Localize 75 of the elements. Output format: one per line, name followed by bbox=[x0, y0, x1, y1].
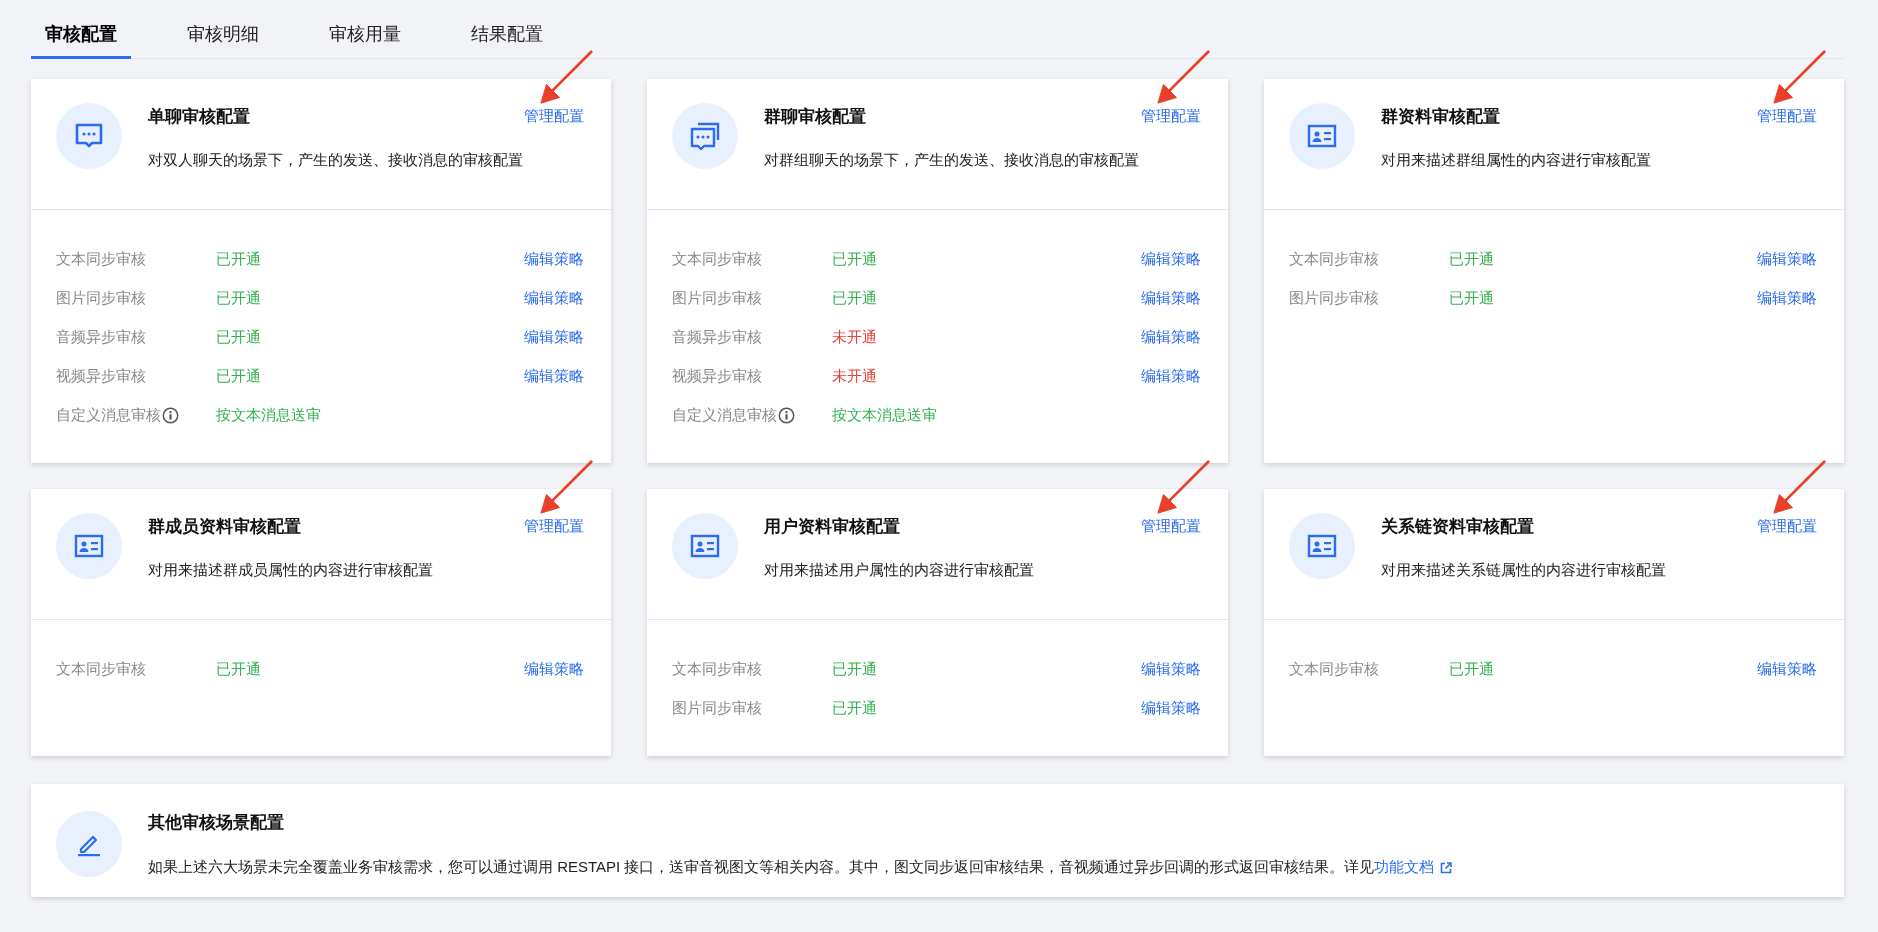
status-text: 已开通 bbox=[216, 367, 262, 386]
row-label: 文本同步审核 bbox=[1288, 250, 1379, 269]
row-label: 自定义消息审核 bbox=[56, 406, 161, 425]
edit-policy-link[interactable]: 编辑策略 bbox=[1140, 699, 1201, 718]
card-title: 群资料审核配置 bbox=[1380, 106, 1500, 128]
status-text: 按文本消息送审 bbox=[832, 406, 939, 425]
manage-config-link[interactable]: 管理配置 bbox=[524, 107, 585, 126]
chat-bubbles-icon bbox=[689, 120, 722, 152]
manage-config-link[interactable]: 管理配置 bbox=[1757, 107, 1817, 126]
card-description: 对群组聊天的场景下，产生的发送、接收消息的审核配置 bbox=[764, 151, 1141, 170]
card-title: 群成员资料审核配置 bbox=[148, 516, 301, 538]
row-label: 音频异步审核 bbox=[672, 328, 763, 347]
edit-policy-link[interactable]: 编辑策略 bbox=[524, 289, 585, 308]
row-label: 图片同步审核 bbox=[672, 289, 763, 308]
edit-policy-link[interactable]: 编辑策略 bbox=[1140, 660, 1201, 679]
edit-policy-link[interactable]: 编辑策略 bbox=[1757, 660, 1817, 679]
row-label: 视频异步审核 bbox=[672, 367, 763, 386]
card-description: 对用来描述群成员属性的内容进行审核配置 bbox=[148, 561, 434, 580]
edit-policy-link[interactable]: 编辑策略 bbox=[1757, 289, 1817, 308]
row-label: 图片同步审核 bbox=[672, 699, 763, 718]
status-text: 已开通 bbox=[1448, 289, 1495, 308]
docs-link[interactable]: 功能文档 bbox=[1374, 858, 1435, 877]
edit-policy-link[interactable]: 编辑策略 bbox=[1140, 328, 1201, 347]
edit-policy-link[interactable]: 编辑策略 bbox=[524, 660, 585, 679]
row-label: 文本同步审核 bbox=[56, 660, 146, 679]
row-label: 自定义消息审核 bbox=[672, 406, 778, 425]
status-text: 已开通 bbox=[216, 660, 262, 679]
tab[interactable]: 审核配置 bbox=[31, 14, 131, 59]
status-text: 已开通 bbox=[1448, 250, 1495, 269]
manage-config-link[interactable]: 管理配置 bbox=[1140, 107, 1201, 126]
card-title: 群聊审核配置 bbox=[764, 106, 867, 128]
manage-config-link[interactable]: 管理配置 bbox=[1757, 517, 1817, 536]
edit-policy-link[interactable]: 编辑策略 bbox=[1140, 367, 1201, 386]
status-text: 已开通 bbox=[216, 289, 262, 308]
status-text: 已开通 bbox=[216, 328, 262, 347]
card-description: 对用来描述用户属性的内容进行审核配置 bbox=[764, 561, 1036, 580]
row-label: 文本同步审核 bbox=[1288, 660, 1379, 679]
status-text: 已开通 bbox=[216, 250, 262, 269]
info-icon[interactable] bbox=[778, 407, 796, 424]
edit-policy-link[interactable]: 编辑策略 bbox=[524, 250, 585, 269]
card-title: 单聊审核配置 bbox=[148, 106, 250, 128]
edit-policy-link[interactable]: 编辑策略 bbox=[524, 328, 585, 347]
status-text: 按文本消息送审 bbox=[216, 406, 322, 425]
card-title: 用户资料审核配置 bbox=[764, 516, 901, 538]
card-description: 对用来描述群组属性的内容进行审核配置 bbox=[1380, 151, 1652, 170]
status-text: 已开通 bbox=[832, 289, 879, 308]
row-label: 文本同步审核 bbox=[672, 250, 763, 269]
row-label: 文本同步审核 bbox=[56, 250, 146, 269]
manage-config-link[interactable]: 管理配置 bbox=[524, 517, 585, 536]
tab[interactable]: 审核明细 bbox=[173, 14, 273, 59]
card-description: 如果上述六大场景未完全覆盖业务审核需求，您可以通过调用 RESTAPI 接口，送审音视图文等相关内容。其中，图文同步返回审核结果，音视频通过异步回调的形式返回审核结果。详见 bbox=[148, 858, 1375, 877]
edit-policy-link[interactable]: 编辑策略 bbox=[1140, 250, 1201, 269]
status-text: 未开通 bbox=[832, 367, 879, 386]
row-label: 文本同步审核 bbox=[672, 660, 763, 679]
row-label: 图片同步审核 bbox=[56, 289, 146, 308]
tab[interactable]: 审核用量 bbox=[315, 14, 415, 59]
card-description: 对用来描述关系链属性的内容进行审核配置 bbox=[1380, 561, 1667, 580]
external-link-icon[interactable] bbox=[1440, 861, 1453, 874]
status-text: 已开通 bbox=[832, 250, 879, 269]
tab[interactable]: 结果配置 bbox=[457, 14, 557, 59]
status-text: 已开通 bbox=[832, 660, 879, 679]
card-title: 关系链资料审核配置 bbox=[1380, 516, 1534, 538]
status-text: 已开通 bbox=[832, 699, 879, 718]
row-label: 视频异步审核 bbox=[56, 367, 146, 386]
edit-policy-link[interactable]: 编辑策略 bbox=[524, 367, 585, 386]
edit-policy-link[interactable]: 编辑策略 bbox=[1140, 289, 1201, 308]
status-text: 未开通 bbox=[832, 328, 879, 347]
info-icon[interactable] bbox=[162, 407, 179, 424]
manage-config-link[interactable]: 管理配置 bbox=[1140, 517, 1201, 536]
status-text: 已开通 bbox=[1448, 660, 1495, 679]
card-description: 对双人聊天的场景下，产生的发送、接收消息的审核配置 bbox=[148, 151, 524, 170]
edit-policy-link[interactable]: 编辑策略 bbox=[1757, 250, 1817, 269]
card-title: 其他审核场景配置 bbox=[148, 812, 285, 834]
row-label: 图片同步审核 bbox=[1288, 289, 1379, 308]
row-label: 音频异步审核 bbox=[56, 328, 146, 347]
